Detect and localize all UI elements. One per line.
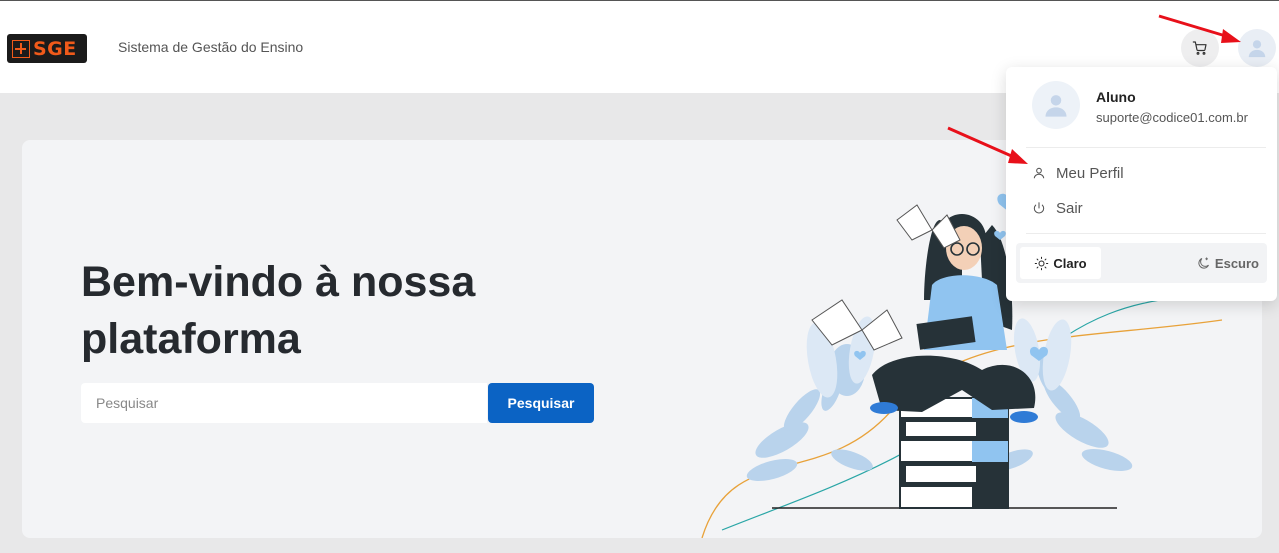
annotation-arrow-icon bbox=[1158, 14, 1241, 43]
user-name: Aluno bbox=[1096, 89, 1136, 105]
search-input[interactable] bbox=[81, 383, 487, 423]
theme-dark-button[interactable]: Escuro bbox=[1196, 247, 1259, 279]
app-title: Sistema de Gestão do Ensino bbox=[118, 39, 304, 55]
theme-light-button[interactable]: Claro bbox=[1020, 247, 1101, 279]
power-icon bbox=[1033, 202, 1045, 214]
menu-item-sair[interactable]: Sair bbox=[1032, 196, 1083, 220]
user-avatar-icon bbox=[1045, 95, 1067, 117]
theme-light-label: Claro bbox=[1053, 255, 1087, 271]
menu-item-meu-perfil[interactable]: Meu Perfil bbox=[1032, 161, 1124, 185]
menu-item-label: Meu Perfil bbox=[1056, 164, 1124, 182]
user-email: suporte@codice01.com.br bbox=[1096, 110, 1248, 125]
user-icon bbox=[1033, 167, 1045, 179]
headline-line-2: plataforma bbox=[81, 315, 301, 363]
menu-item-label: Sair bbox=[1056, 199, 1083, 217]
menu-divider bbox=[1026, 147, 1266, 148]
hero-headline: Bem-vindo à nossa plataforma bbox=[81, 254, 551, 368]
user-avatar-icon bbox=[1248, 40, 1266, 58]
theme-toggle: Claro Escuro bbox=[1016, 243, 1267, 283]
sge-logo[interactable]: SGE bbox=[7, 34, 87, 63]
moon-icon bbox=[1198, 256, 1209, 269]
user-dropdown-menu: Aluno suporte@codice01.com.br Meu Perfil… bbox=[1006, 67, 1277, 301]
sun-icon bbox=[1035, 256, 1049, 270]
annotation-arrow-icon bbox=[947, 126, 1028, 164]
headline-line-1: Bem-vindo à nossa bbox=[81, 258, 476, 306]
logo-text: SGE bbox=[33, 37, 77, 60]
menu-avatar bbox=[1032, 81, 1080, 129]
logo-mark-icon bbox=[12, 39, 30, 58]
theme-dark-label: Escuro bbox=[1214, 255, 1259, 271]
search-button[interactable]: Pesquisar bbox=[488, 383, 594, 423]
menu-divider bbox=[1026, 233, 1266, 234]
